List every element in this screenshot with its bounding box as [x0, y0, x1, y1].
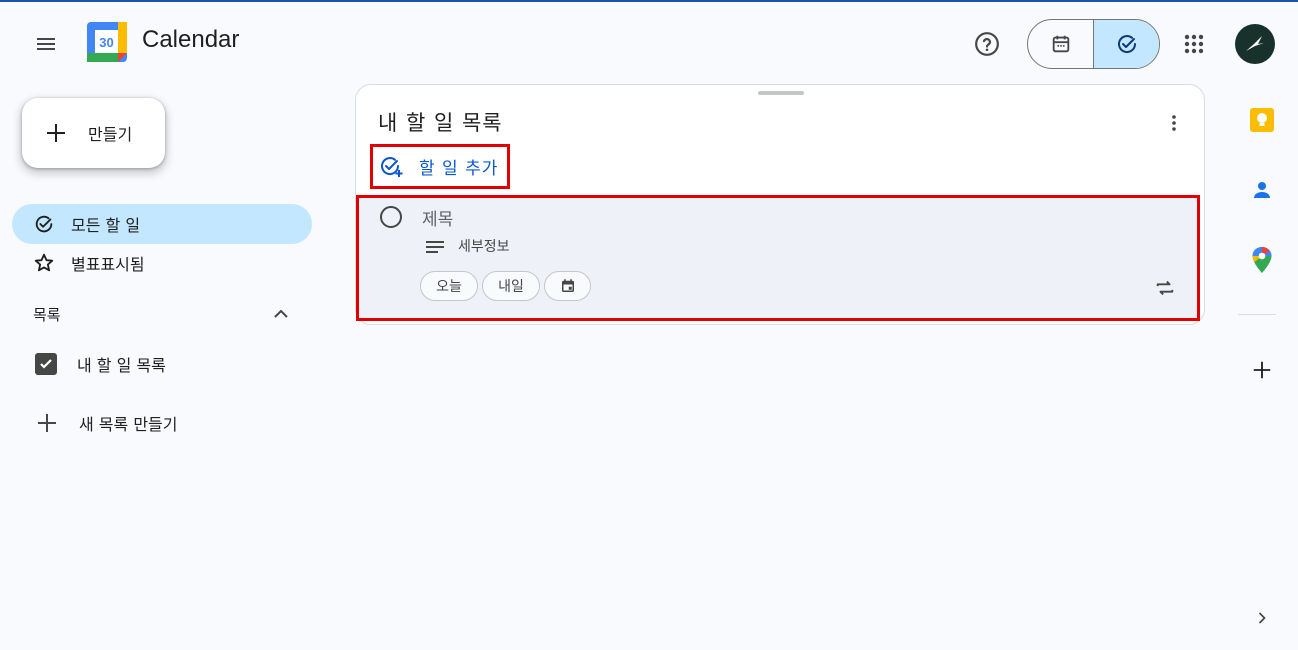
plus-icon	[38, 414, 56, 432]
calendar-icon	[561, 279, 574, 292]
help-button[interactable]	[967, 24, 1007, 64]
top-app-bar: 30 Calendar	[0, 2, 1298, 86]
show-side-panel-button[interactable]	[1246, 602, 1278, 634]
calendar-logo-icon: 30	[87, 22, 127, 62]
help-icon	[975, 32, 999, 56]
app-title: Calendar	[142, 26, 240, 53]
get-addons-button[interactable]	[1246, 354, 1278, 386]
repeat-button[interactable]	[1151, 274, 1179, 302]
today-chip[interactable]: 오늘	[420, 271, 478, 301]
list-options-button[interactable]	[1156, 105, 1192, 141]
account-avatar[interactable]	[1235, 24, 1275, 64]
notes-icon	[426, 241, 444, 253]
rail-divider	[1238, 314, 1276, 315]
contacts-icon	[1254, 182, 1270, 198]
task-list-title: 내 할 일 목록	[378, 111, 503, 135]
task-complete-radio[interactable]	[380, 206, 402, 228]
nav-item-label: 모든 할 일	[71, 216, 141, 235]
lists-header-label: 목록	[33, 305, 61, 324]
new-task-row[interactable]: 제목 세부정보 오늘 내일	[356, 195, 1200, 321]
task-details-input[interactable]: 세부정보	[458, 236, 510, 256]
contacts-button[interactable]	[1246, 174, 1278, 206]
list-checkbox[interactable]	[35, 353, 57, 375]
calendar-view-button[interactable]	[1028, 20, 1093, 68]
lists-section-header[interactable]: 목록	[33, 299, 293, 329]
logo-number: 30	[99, 35, 113, 50]
maps-button[interactable]	[1246, 244, 1278, 276]
pick-date-chip[interactable]	[544, 271, 591, 301]
avatar-bird-icon	[1246, 36, 1264, 51]
main-menu-button[interactable]	[22, 24, 70, 64]
repeat-icon	[1156, 280, 1174, 296]
star-icon	[34, 253, 54, 272]
nav-item-label: 별표표시됨	[71, 255, 145, 274]
view-switcher	[1027, 19, 1160, 69]
chevron-right-icon	[1258, 612, 1266, 624]
plus-icon	[47, 124, 65, 142]
nav-item-all-tasks[interactable]: 모든 할 일	[12, 204, 312, 244]
checkmark-icon	[40, 359, 52, 369]
keep-icon	[1250, 108, 1274, 132]
create-button[interactable]: 만들기	[22, 98, 165, 168]
plus-icon	[1253, 361, 1271, 379]
task-check-icon	[1117, 35, 1136, 53]
drag-handle[interactable]	[758, 91, 804, 95]
task-title-input[interactable]: 제목	[422, 205, 453, 230]
task-check-icon	[35, 215, 53, 233]
new-list-label: 새 목록 만들기	[79, 415, 178, 434]
more-vert-icon	[1172, 115, 1176, 131]
keep-button[interactable]	[1246, 104, 1278, 136]
list-item-label: 내 할 일 목록	[77, 356, 166, 375]
tomorrow-chip[interactable]: 내일	[482, 271, 540, 301]
calendar-icon	[1052, 35, 1069, 53]
tasks-view-button[interactable]	[1093, 20, 1159, 68]
new-list-button[interactable]: 새 목록 만들기	[35, 403, 295, 443]
calendar-logo[interactable]: 30	[87, 22, 127, 62]
list-item-my-tasks[interactable]: 내 할 일 목록	[35, 344, 295, 384]
task-list-panel: 내 할 일 목록 할 일 추가 제목 세부정보 오늘 내일	[355, 84, 1205, 325]
create-button-label: 만들기	[88, 125, 133, 144]
add-task-button[interactable]: 할 일 추가	[370, 144, 510, 189]
nav-item-starred[interactable]: 별표표시됨	[12, 243, 312, 283]
apps-grid-icon	[1184, 34, 1204, 54]
hamburger-menu-icon	[37, 38, 55, 50]
add-task-icon	[381, 156, 403, 177]
google-apps-button[interactable]	[1174, 24, 1214, 64]
add-task-label: 할 일 추가	[419, 159, 499, 179]
chevron-up-icon[interactable]	[269, 302, 293, 326]
maps-pin-icon	[1252, 247, 1272, 273]
